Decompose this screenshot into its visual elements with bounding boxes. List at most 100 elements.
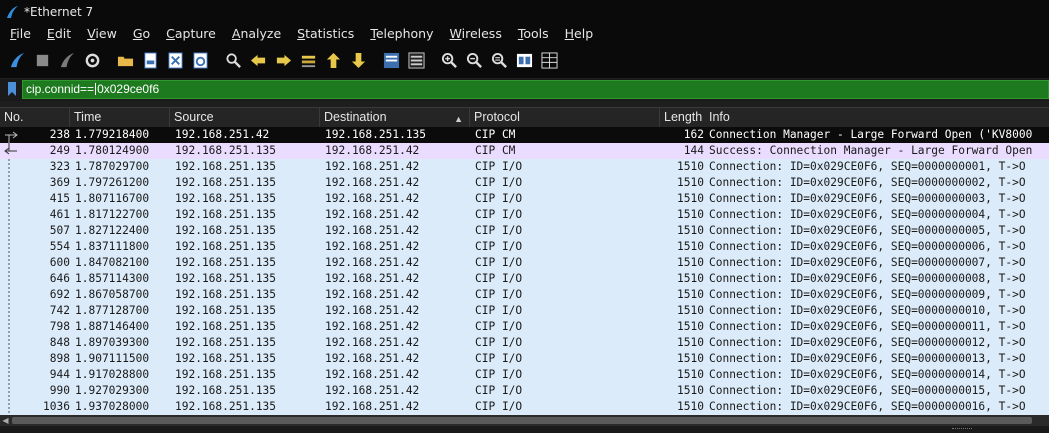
packet-row[interactable]: 507 1.827122400 192.168.251.135 192.168.251… — [0, 223, 1049, 239]
pane-splitter[interactable] — [0, 426, 1049, 433]
packet-destination: 192.168.251.42 — [325, 336, 420, 349]
menu-help[interactable]: Help — [557, 26, 602, 41]
packet-info: Connection: ID=0x029CE0F6, SEQ=000000000… — [709, 224, 1026, 237]
packet-protocol: CIP I/O — [475, 272, 523, 285]
filter-text-after: 0x029ce0f6 — [97, 82, 160, 96]
packet-protocol: CIP I/O — [475, 192, 523, 205]
packet-row[interactable]: 848 1.897039300 192.168.251.135 192.168.251… — [0, 335, 1049, 351]
back-arrow-icon[interactable] — [249, 51, 268, 70]
packet-row[interactable]: 742 1.877128700 192.168.251.135 192.168.251… — [0, 303, 1049, 319]
resize-columns-icon[interactable] — [515, 51, 534, 70]
packet-length: 1510 — [677, 208, 704, 221]
main-toolbar — [0, 43, 1049, 78]
packet-no: 1036 — [43, 400, 70, 413]
packet-row[interactable]: 600 1.847082100 192.168.251.135 192.168.251… — [0, 255, 1049, 271]
menu-view[interactable]: View — [79, 26, 125, 41]
window-title: *Ethernet 7 — [24, 4, 94, 19]
menu-telephony[interactable]: Telephony — [362, 26, 441, 41]
packet-row[interactable]: 554 1.837111800 192.168.251.135 192.168.251… — [0, 239, 1049, 255]
filter-text-before: cip.connid== — [26, 82, 95, 96]
menu-wireless[interactable]: Wireless — [442, 26, 510, 41]
scroll-left-icon[interactable]: ◀ — [0, 415, 11, 426]
column-header-length[interactable]: Length — [660, 108, 706, 127]
filter-bookmark-icon[interactable] — [7, 82, 17, 96]
packet-row[interactable]: 369 1.797261200 192.168.251.135 192.168.251… — [0, 175, 1049, 191]
menu-file[interactable]: File — [2, 26, 39, 41]
packet-row[interactable]: 1036 1.937028000 192.168.251.135 192.168.25… — [0, 399, 1049, 415]
stop-icon[interactable] — [33, 51, 52, 70]
find-icon[interactable] — [224, 51, 243, 70]
packet-row[interactable]: 249 1.780124900 192.168.251.135 192.168.251… — [0, 143, 1049, 159]
packet-row[interactable]: 461 1.817122700 192.168.251.135 192.168.251… — [0, 207, 1049, 223]
packet-time: 1.779218400 — [75, 128, 150, 141]
horizontal-scrollbar[interactable]: ◀ — [0, 415, 1049, 426]
menu-capture[interactable]: Capture — [158, 26, 224, 41]
options-gear-icon[interactable] — [83, 51, 102, 70]
column-header-protocol[interactable]: Protocol — [470, 108, 660, 127]
scrollbar-thumb[interactable] — [12, 417, 1032, 424]
packet-protocol: CIP I/O — [475, 208, 523, 221]
zoom-in-icon[interactable] — [440, 51, 459, 70]
packet-source: 192.168.251.135 — [175, 240, 277, 253]
colorize-icon[interactable] — [407, 51, 426, 70]
packet-length: 1510 — [677, 368, 704, 381]
normal-size-icon[interactable] — [490, 51, 509, 70]
packet-time: 1.797261200 — [75, 176, 150, 189]
column-header-time[interactable]: Time — [70, 108, 170, 127]
packet-row[interactable]: 238 1.779218400 192.168.251.42 192.168.251.… — [0, 127, 1049, 143]
packet-source: 192.168.251.135 — [175, 320, 277, 333]
last-packet-icon[interactable] — [349, 51, 368, 70]
menu-edit[interactable]: Edit — [39, 26, 79, 41]
packet-row[interactable]: 692 1.867058700 192.168.251.135 192.168.251… — [0, 287, 1049, 303]
packet-protocol: CIP I/O — [475, 352, 523, 365]
packet-source: 192.168.251.135 — [175, 272, 277, 285]
menu-tools[interactable]: Tools — [510, 26, 557, 41]
first-packet-icon[interactable] — [324, 51, 343, 70]
packet-protocol: CIP I/O — [475, 304, 523, 317]
packet-length: 1510 — [677, 288, 704, 301]
packet-time: 1.877128700 — [75, 304, 150, 317]
display-filter-input[interactable]: cip.connid== 0x029ce0f6 — [22, 80, 1049, 99]
open-folder-icon[interactable] — [116, 51, 135, 70]
packet-destination: 192.168.251.42 — [325, 304, 420, 317]
menu-statistics[interactable]: Statistics — [289, 26, 362, 41]
destination-header-label: Destination — [324, 110, 387, 124]
packet-row[interactable]: 898 1.907111500 192.168.251.135 192.168.251… — [0, 351, 1049, 367]
packet-list[interactable]: 238 1.779218400 192.168.251.42 192.168.251.… — [0, 127, 1049, 415]
packet-row[interactable]: 646 1.857114300 192.168.251.135 192.168.251… — [0, 271, 1049, 287]
shark-fin-start-icon[interactable] — [8, 51, 27, 70]
packet-info: Connection: ID=0x029CE0F6, SEQ=000000000… — [709, 288, 1026, 301]
packet-protocol: CIP I/O — [475, 176, 523, 189]
packet-row[interactable]: 323 1.787029700 192.168.251.135 192.168.251… — [0, 159, 1049, 175]
column-header-source[interactable]: Source — [170, 108, 320, 127]
packet-source: 192.168.251.135 — [175, 192, 277, 205]
packet-length: 1510 — [677, 240, 704, 253]
packet-info: Connection: ID=0x029CE0F6, SEQ=000000000… — [709, 272, 1026, 285]
restart-fin-icon[interactable] — [58, 51, 77, 70]
text-caret — [95, 83, 97, 95]
packet-source: 192.168.251.135 — [175, 176, 277, 189]
zoom-out-icon[interactable] — [465, 51, 484, 70]
packet-row[interactable]: 798 1.887146400 192.168.251.135 192.168.251… — [0, 319, 1049, 335]
packet-row[interactable]: 415 1.807116700 192.168.251.135 192.168.251… — [0, 191, 1049, 207]
packet-source: 192.168.251.135 — [175, 336, 277, 349]
packet-no: 944 — [49, 368, 70, 381]
auto-scroll-icon[interactable] — [382, 51, 401, 70]
column-header-info[interactable]: Info — [705, 108, 1049, 127]
layout-icon[interactable] — [540, 51, 559, 70]
packet-protocol: CIP I/O — [475, 320, 523, 333]
packet-row[interactable]: 990 1.927029300 192.168.251.135 192.168.251… — [0, 383, 1049, 399]
column-header-destination[interactable]: Destination ▲ — [320, 108, 470, 127]
go-to-packet-icon[interactable] — [299, 51, 318, 70]
reload-file-icon[interactable] — [191, 51, 210, 70]
save-file-icon[interactable] — [141, 51, 160, 70]
forward-arrow-icon[interactable] — [274, 51, 293, 70]
packet-protocol: CIP I/O — [475, 224, 523, 237]
menu-bar: File Edit View Go Capture Analyze Statistics Te… — [0, 23, 1049, 43]
column-header-no[interactable]: No. — [0, 108, 70, 127]
menu-analyze[interactable]: Analyze — [224, 26, 289, 41]
close-file-icon[interactable] — [166, 51, 185, 70]
packet-length: 1510 — [677, 272, 704, 285]
packet-row[interactable]: 944 1.917028800 192.168.251.135 192.168.251… — [0, 367, 1049, 383]
menu-go[interactable]: Go — [125, 26, 158, 41]
